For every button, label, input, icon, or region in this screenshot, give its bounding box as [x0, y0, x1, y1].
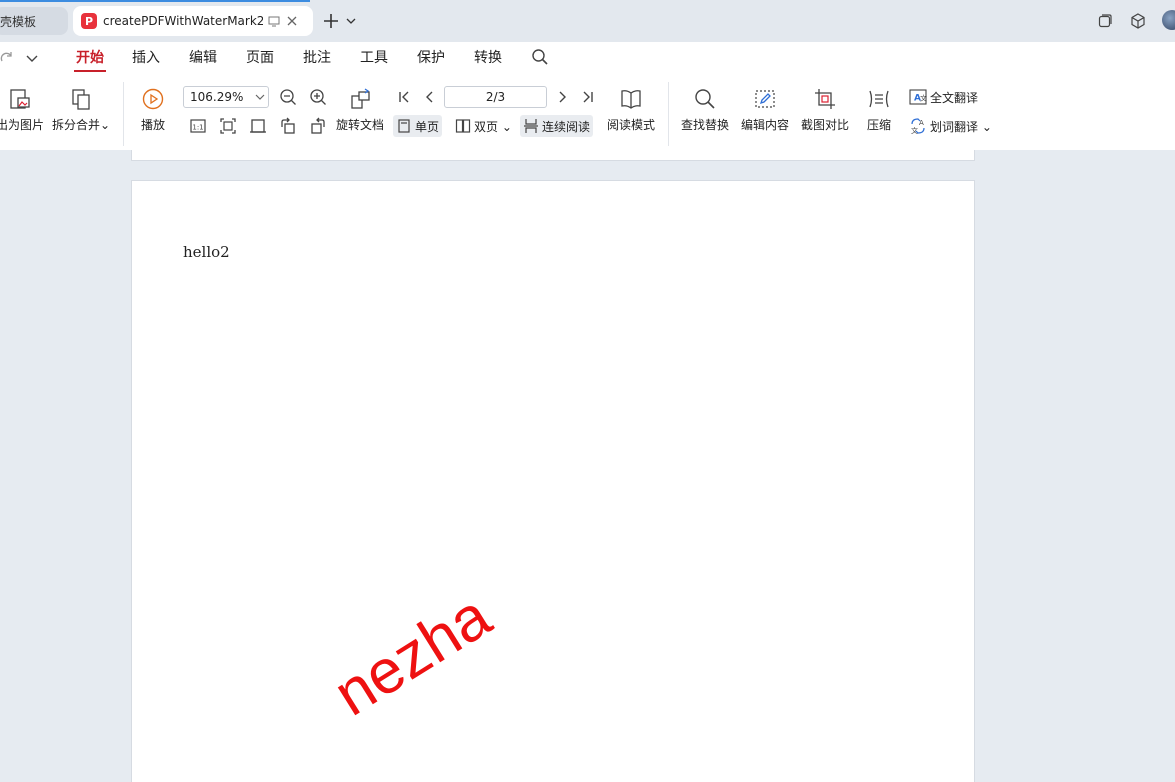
menu-tools[interactable]: 工具: [358, 48, 390, 70]
word-translate-icon: 文A: [911, 118, 925, 135]
tab-list-chevron-down-icon[interactable]: [344, 14, 358, 28]
new-tab-plus-icon[interactable]: [322, 12, 340, 30]
find-replace-button[interactable]: 查找替换: [681, 86, 729, 133]
page-number-value: 2/3: [485, 90, 506, 104]
loading-indicator: [0, 0, 310, 2]
split-merge-icon: [69, 86, 93, 112]
monitor-icon[interactable]: [267, 14, 281, 28]
svg-text:文: 文: [911, 126, 918, 135]
svg-text:A: A: [919, 119, 924, 127]
tab-document[interactable]: P createPDFWithWaterMark2.: [73, 6, 313, 36]
redo-icon[interactable]: [0, 51, 14, 68]
continuous-read-label: 连续阅读: [542, 119, 591, 134]
avatar[interactable]: [1162, 10, 1175, 30]
split-merge-button[interactable]: 拆分合并⌄: [52, 86, 110, 133]
play-label: 播放: [141, 118, 166, 132]
continuous-read-button[interactable]: 连续阅读: [520, 115, 594, 137]
menu-bar: 开始 插入 编辑 页面 批注 工具 保护 转换: [0, 42, 1175, 76]
menu-insert[interactable]: 插入: [130, 48, 162, 70]
play-button[interactable]: 播放: [141, 86, 165, 133]
compress-icon: [867, 86, 891, 112]
screenshot-compare-icon: [813, 86, 837, 112]
full-translate-label: 全文翻译: [930, 90, 979, 105]
word-translate-label: 划词翻译 ⌄: [930, 119, 992, 134]
previous-page-sheet: [131, 150, 975, 161]
tab-bar: 壳模板 P createPDFWithWaterMark2.: [0, 0, 1175, 42]
translate-icon: A文: [909, 89, 927, 105]
menu-annotate[interactable]: 批注: [301, 48, 333, 70]
tab-template[interactable]: 壳模板: [0, 7, 68, 35]
search-icon[interactable]: [531, 48, 549, 69]
ribbon-toolbar: 出为图片 拆分合并⌄ 播放 106.29% 1:1 旋转文档 2/3 单页 双页…: [0, 76, 1175, 151]
last-page-icon[interactable]: [577, 86, 599, 108]
menu-protect[interactable]: 保护: [415, 48, 447, 70]
rotate-document-label: 旋转文档: [336, 118, 385, 132]
magnifier-icon: [693, 86, 717, 112]
cube-icon[interactable]: [1129, 12, 1147, 33]
tab-template-label: 壳模板: [0, 14, 37, 29]
compress-button[interactable]: 压缩: [867, 86, 891, 133]
double-page-button[interactable]: 双页 ⌄: [452, 115, 515, 137]
find-replace-label: 查找替换: [681, 118, 730, 132]
continuous-read-icon: [524, 119, 538, 133]
book-icon: [619, 86, 643, 112]
restore-window-icon[interactable]: [1097, 13, 1113, 32]
to-image-button[interactable]: 出为图片: [0, 86, 44, 133]
word-translate-button[interactable]: 文A 划词翻译 ⌄: [906, 115, 995, 137]
double-page-icon: [455, 119, 471, 133]
edit-content-icon: [753, 86, 777, 112]
close-icon[interactable]: [285, 14, 299, 28]
actual-size-icon[interactable]: 1:1: [187, 115, 209, 137]
tab-document-title: createPDFWithWaterMark2.: [103, 14, 263, 28]
zoom-in-icon[interactable]: [307, 86, 329, 108]
single-page-label: 单页: [415, 119, 440, 134]
menu-edit[interactable]: 编辑: [187, 48, 219, 70]
zoom-out-icon[interactable]: [277, 86, 299, 108]
split-merge-label: 拆分合并⌄: [52, 118, 111, 132]
first-page-icon[interactable]: [393, 86, 415, 108]
screenshot-compare-button[interactable]: 截图对比: [801, 86, 849, 133]
menu-page[interactable]: 页面: [244, 48, 276, 70]
menu-convert[interactable]: 转换: [472, 48, 504, 70]
document-viewport[interactable]: hello2 nezha: [0, 150, 1175, 782]
pdf-logo-icon: P: [81, 13, 97, 29]
page-text: hello2: [183, 243, 230, 261]
zoom-value: 106.29%: [190, 90, 244, 104]
double-page-label: 双页 ⌄: [474, 119, 512, 134]
zoom-select[interactable]: 106.29%: [183, 86, 269, 108]
edit-content-label: 编辑内容: [741, 118, 790, 132]
read-mode-button[interactable]: 阅读模式: [607, 86, 655, 133]
to-image-label: 出为图片: [0, 118, 45, 132]
screenshot-compare-label: 截图对比: [801, 118, 850, 132]
fit-width-icon[interactable]: [247, 115, 269, 137]
menu-start[interactable]: 开始: [74, 48, 106, 72]
pdf-page[interactable]: hello2: [131, 180, 975, 782]
chevron-down-icon: [252, 94, 268, 100]
ribbon-divider: [123, 82, 124, 146]
image-export-icon: [8, 86, 32, 112]
previous-page-icon[interactable]: [419, 86, 441, 108]
compress-label: 压缩: [867, 118, 892, 132]
rotate-document-icon: [348, 86, 372, 112]
svg-text:1:1: 1:1: [192, 124, 203, 132]
single-page-icon: [398, 119, 410, 133]
page-number-input[interactable]: 2/3: [444, 86, 547, 108]
quick-access-chevron-down-icon[interactable]: [26, 52, 38, 66]
play-icon: [141, 86, 165, 112]
ribbon-divider: [668, 82, 669, 146]
full-translate-button[interactable]: A文 全文翻译: [906, 86, 981, 108]
rotate-document-button[interactable]: 旋转文档: [336, 86, 384, 133]
svg-text:文: 文: [920, 94, 927, 103]
read-mode-label: 阅读模式: [607, 118, 656, 132]
fit-page-icon[interactable]: [217, 115, 239, 137]
rotate-left-icon[interactable]: [277, 115, 299, 137]
edit-content-button[interactable]: 编辑内容: [741, 86, 789, 133]
next-page-icon[interactable]: [551, 86, 573, 108]
rotate-right-icon[interactable]: [307, 115, 329, 137]
single-page-button[interactable]: 单页: [393, 115, 443, 137]
